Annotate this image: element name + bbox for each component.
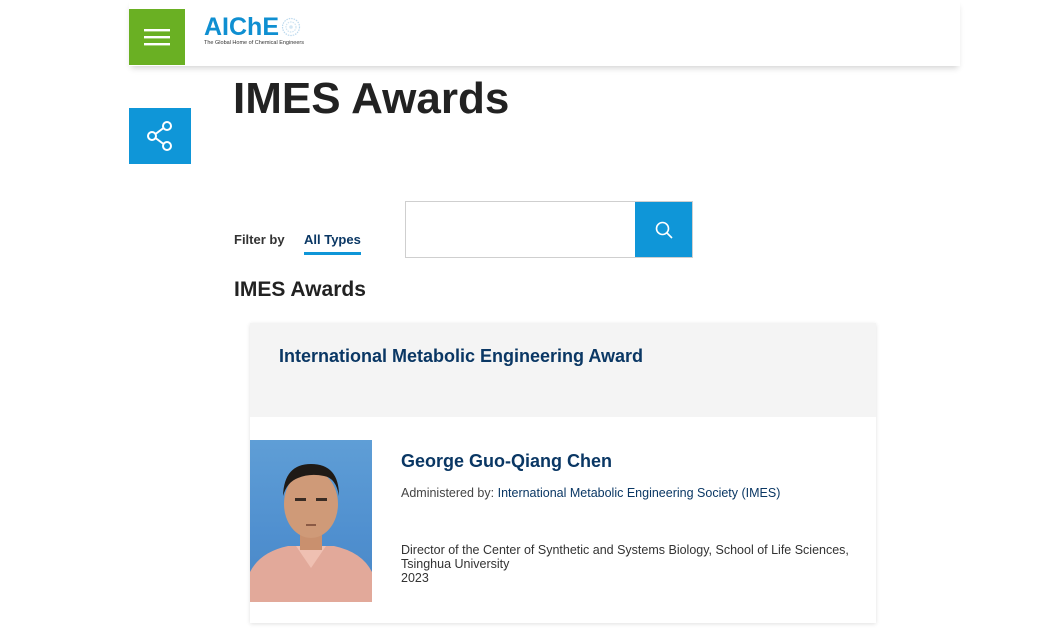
search-box (405, 201, 693, 258)
share-icon (147, 121, 172, 151)
recipient-name[interactable]: George Guo-Qiang Chen (401, 451, 612, 472)
administered-by-link[interactable]: International Metabolic Engineering Soci… (498, 486, 781, 500)
filter-all-types[interactable]: All Types (304, 232, 361, 255)
share-button[interactable] (129, 108, 191, 164)
recipient-photo (250, 440, 372, 602)
logo-tagline: The Global Home of Chemical Engineers (204, 40, 304, 46)
hamburger-icon (144, 29, 170, 46)
logo-wordmark: AIChE (204, 13, 279, 41)
globe-icon (281, 17, 301, 37)
award-year: 2023 (401, 571, 429, 585)
aiche-logo[interactable]: AIChE The Global Home of Chemical Engine… (204, 14, 304, 47)
administered-label: Administered by: (401, 486, 495, 500)
award-card: International Metabolic Engineering Awar… (250, 323, 876, 623)
page-title: IMES Awards (233, 74, 510, 123)
recipient-position: Director of the Center of Synthetic and … (401, 543, 849, 571)
administered-by: Administered by: International Metabolic… (401, 486, 780, 500)
award-title[interactable]: International Metabolic Engineering Awar… (279, 346, 876, 367)
award-card-header: International Metabolic Engineering Awar… (250, 323, 876, 417)
search-icon (655, 221, 673, 239)
menu-button[interactable] (129, 9, 185, 65)
filter-label: Filter by (234, 232, 285, 247)
portrait-image (250, 464, 372, 602)
recipient-bio: Director of the Center of Synthetic and … (401, 543, 861, 585)
section-title: IMES Awards (234, 278, 366, 301)
search-button[interactable] (635, 202, 692, 257)
search-input[interactable] (406, 202, 636, 257)
